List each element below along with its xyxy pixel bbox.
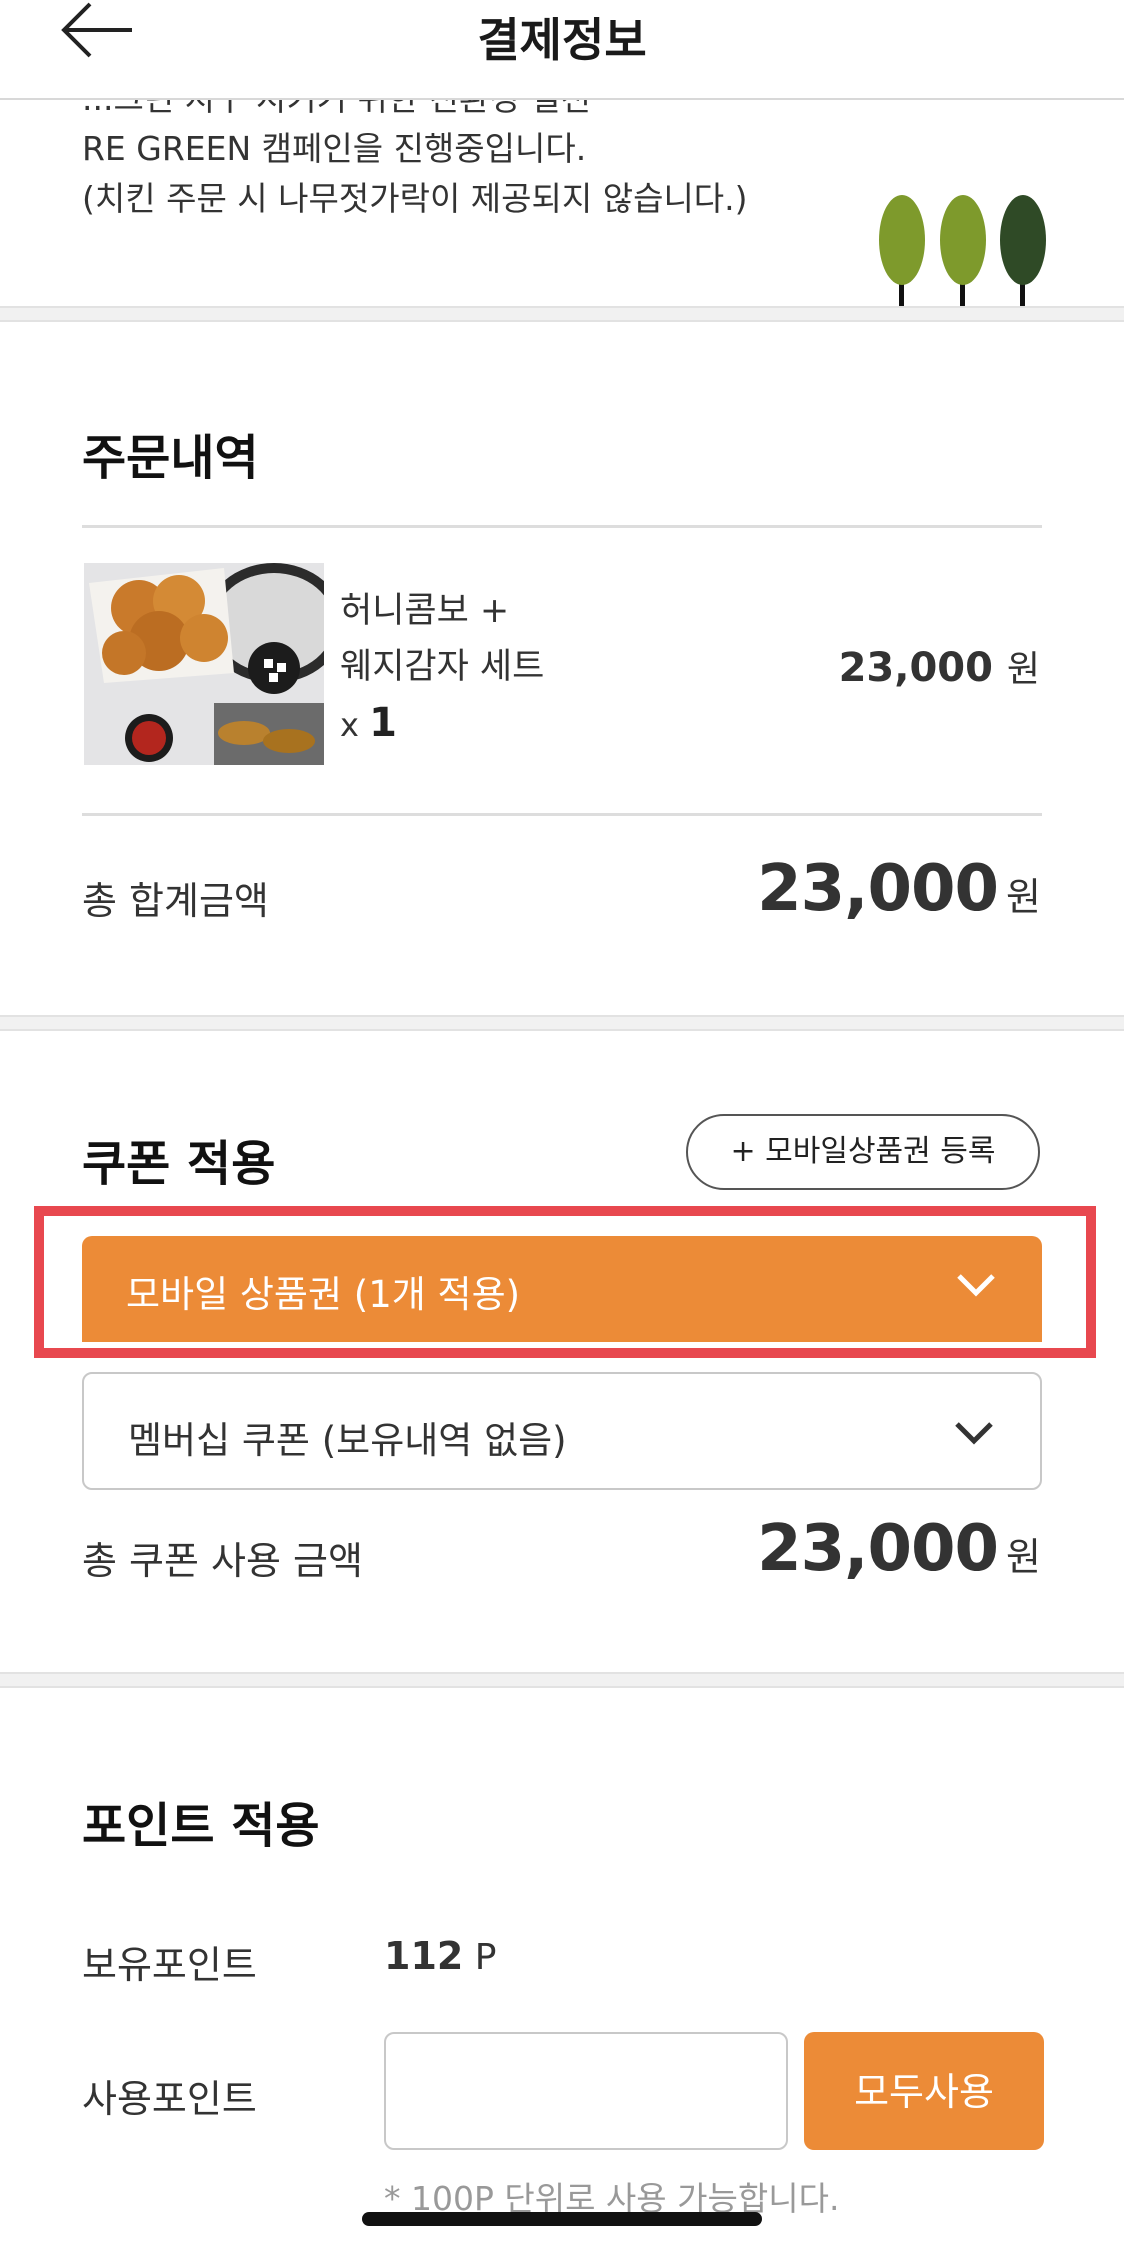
food-image	[84, 563, 324, 765]
divider	[82, 813, 1042, 816]
notice-line-2: RE GREEN 캠페인을 진행중입니다.	[82, 129, 587, 168]
order-total-amount: 23,000 원	[757, 852, 1041, 926]
points-section-title: 포인트 적용	[82, 1798, 320, 1854]
item-price-amount: 23,000	[838, 645, 993, 691]
order-item-price: 23,000 원	[839, 640, 1040, 692]
trees-icon	[879, 195, 1046, 306]
coupon-section-title: 쿠폰 적용	[82, 1136, 276, 1192]
use-points-label: 사용포인트	[82, 2077, 257, 2121]
owned-points-value: 112 P	[384, 1934, 497, 1978]
register-mobile-voucher-button[interactable]: + 모바일상품권 등록	[686, 1114, 1040, 1190]
use-all-points-button[interactable]: 모두사용	[804, 2032, 1044, 2150]
order-item-quantity: x 1	[340, 700, 397, 746]
coupon-total-currency: 원	[1006, 1535, 1041, 1579]
notice-line-1: ...그린 지구 지키기 위한 친환경 실천	[82, 98, 591, 118]
order-item-name-line2: 웨지감자 세트	[340, 647, 545, 687]
owned-points-unit: P	[474, 1937, 497, 1978]
owned-points-label: 보유포인트	[82, 1943, 257, 1987]
chevron-down-icon	[955, 1422, 993, 1445]
highlight-box	[34, 1206, 1096, 1358]
notice-line-3: (치킨 주문 시 나무젓가락이 제공되지 않습니다.)	[82, 179, 748, 218]
divider	[82, 525, 1042, 528]
app-header: 결제정보	[0, 0, 1124, 100]
quantity-prefix: x	[340, 706, 359, 744]
coupon-total-label: 총 쿠폰 사용 금액	[82, 1539, 363, 1583]
section-separator	[0, 1672, 1124, 1688]
coupon-total-value: 23,000	[757, 1512, 999, 1586]
membership-coupon-dropdown-label: 멤버십 쿠폰 (보유내역 없음)	[128, 1419, 567, 1462]
membership-coupon-dropdown[interactable]: 멤버십 쿠폰 (보유내역 없음)	[82, 1372, 1042, 1490]
use-points-input[interactable]	[384, 2032, 788, 2150]
page-title: 결제정보	[477, 13, 647, 67]
order-total-currency: 원	[1006, 875, 1041, 919]
home-indicator	[362, 2212, 762, 2226]
quantity-value: 1	[369, 700, 397, 746]
order-section-title: 주문내역	[82, 430, 259, 486]
owned-points-number: 112	[384, 1934, 464, 1978]
coupon-total-amount: 23,000 원	[757, 1512, 1041, 1586]
section-separator	[0, 306, 1124, 322]
order-total-value: 23,000	[757, 852, 999, 926]
green-campaign-notice: ...그린 지구 지키기 위한 친환경 실천 RE GREEN 캠페인을 진행중…	[0, 98, 1124, 306]
item-price-currency: 원	[1006, 649, 1040, 690]
order-total-label: 총 합계금액	[82, 879, 269, 923]
section-separator	[0, 1015, 1124, 1031]
order-item-name-line1: 허니콤보 +	[340, 591, 510, 631]
